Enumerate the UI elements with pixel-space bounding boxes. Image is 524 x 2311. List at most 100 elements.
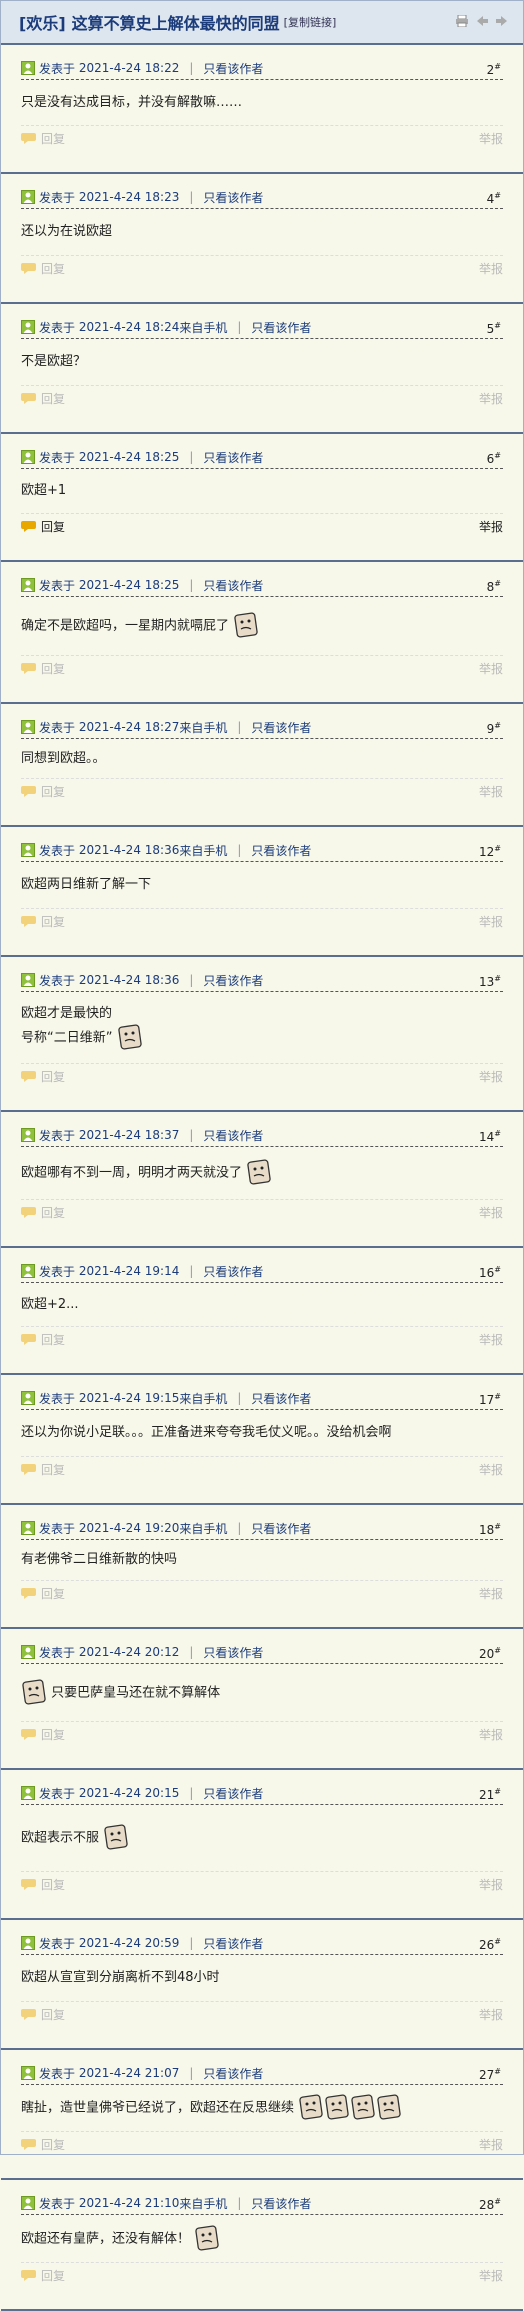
report-button[interactable]: 举报 xyxy=(479,390,503,407)
report-button[interactable]: 举报 xyxy=(479,1461,503,1478)
post-actions: 回复 举报 xyxy=(21,1581,503,1605)
reply-button[interactable]: 回复 xyxy=(41,260,65,277)
reply-button[interactable]: 回复 xyxy=(41,518,65,535)
reply-button[interactable]: 回复 xyxy=(41,660,65,677)
only-author-link[interactable]: 只看该作者 xyxy=(251,842,311,859)
only-author-link[interactable]: 只看该作者 xyxy=(203,2065,263,2082)
report-button[interactable]: 举报 xyxy=(479,2136,503,2153)
reply-icon[interactable] xyxy=(21,915,36,927)
reply-button[interactable]: 回复 xyxy=(41,1461,65,1478)
post-text: 瞎扯，造世皇佛爷已经说了，欧超还在反思继续 xyxy=(21,2100,295,2116)
only-author-link[interactable]: 只看该作者 xyxy=(203,577,263,594)
only-author-link[interactable]: 只看该作者 xyxy=(203,1644,263,1661)
reply-icon[interactable] xyxy=(21,1878,36,1890)
floor-number[interactable]: 14# xyxy=(479,1129,501,1144)
only-author-link[interactable]: 只看该作者 xyxy=(251,719,311,736)
only-author-link[interactable]: 只看该作者 xyxy=(251,1520,311,1537)
reply-icon[interactable] xyxy=(21,2138,36,2150)
floor-number[interactable]: 20# xyxy=(479,1646,501,1661)
next-thread-icon[interactable] xyxy=(495,15,509,27)
post-content: 还以为你说小足联。。。正准备进来夸夸我毛仗义呢。。没给机会啊 xyxy=(21,1410,503,1457)
reply-icon[interactable] xyxy=(21,2269,36,2281)
only-author-link[interactable]: 只看该作者 xyxy=(203,60,263,77)
post-content: 欧超从宣宣到分崩离析不到48小时 xyxy=(21,1955,503,2002)
report-button[interactable]: 举报 xyxy=(479,1068,503,1085)
reply-icon[interactable] xyxy=(21,1070,36,1082)
post-line: 不是欧超？ xyxy=(21,352,503,372)
only-author-link[interactable]: 只看该作者 xyxy=(203,449,263,466)
prev-thread-icon[interactable] xyxy=(475,15,489,27)
print-icon[interactable] xyxy=(455,15,469,27)
only-author-link[interactable]: 只看该作者 xyxy=(203,1935,263,1952)
reply-button[interactable]: 回复 xyxy=(41,1726,65,1743)
floor-number[interactable]: 16# xyxy=(479,1265,501,1280)
floor-number[interactable]: 12# xyxy=(479,844,501,859)
only-author-link[interactable]: 只看该作者 xyxy=(203,1785,263,1802)
only-author-link[interactable]: 只看该作者 xyxy=(203,189,263,206)
report-button[interactable]: 举报 xyxy=(479,2006,503,2023)
reply-button[interactable]: 回复 xyxy=(41,913,65,930)
reply-button[interactable]: 回复 xyxy=(41,1585,65,1602)
reply-icon[interactable] xyxy=(21,520,36,532)
reply-icon[interactable] xyxy=(21,1728,36,1740)
reply-button[interactable]: 回复 xyxy=(41,1204,65,1221)
floor-number[interactable]: 8# xyxy=(487,579,501,594)
only-author-link[interactable]: 只看该作者 xyxy=(203,1263,263,1280)
post-meta: 发表于 2021-4-24 18:37 | 只看该作者 14# xyxy=(21,1124,503,1147)
reply-button[interactable]: 回复 xyxy=(41,783,65,800)
only-author-link[interactable]: 只看该作者 xyxy=(251,319,311,336)
only-author-link[interactable]: 只看该作者 xyxy=(203,1127,263,1144)
reply-icon[interactable] xyxy=(21,662,36,674)
floor-number[interactable]: 26# xyxy=(479,1937,501,1952)
report-button[interactable]: 举报 xyxy=(479,1726,503,1743)
floor-number[interactable]: 17# xyxy=(479,1392,501,1407)
floor-number[interactable]: 4# xyxy=(487,191,501,206)
post-actions: 回复 举报 xyxy=(21,1872,503,1896)
floor-number[interactable]: 2# xyxy=(487,62,501,77)
reply-button[interactable]: 回复 xyxy=(41,2006,65,2023)
post: 发表于 2021-4-24 18:25 | 只看该作者 6# 欧超+1 回复 举… xyxy=(1,446,523,562)
report-button[interactable]: 举报 xyxy=(479,913,503,930)
separator: | xyxy=(189,190,194,204)
floor-number[interactable]: 6# xyxy=(487,451,501,466)
reply-button[interactable]: 回复 xyxy=(41,2136,65,2153)
floor-number[interactable]: 18# xyxy=(479,1522,501,1537)
report-button[interactable]: 举报 xyxy=(479,260,503,277)
report-button[interactable]: 举报 xyxy=(479,660,503,677)
reply-icon[interactable] xyxy=(21,1587,36,1599)
only-author-link[interactable]: 只看该作者 xyxy=(203,972,263,989)
report-button[interactable]: 举报 xyxy=(479,1585,503,1602)
report-button[interactable]: 举报 xyxy=(479,1331,503,1348)
report-button[interactable]: 举报 xyxy=(479,1204,503,1221)
separator: | xyxy=(189,1786,194,1800)
reply-icon[interactable] xyxy=(21,2008,36,2020)
reply-button[interactable]: 回复 xyxy=(41,1876,65,1893)
reply-icon[interactable] xyxy=(21,262,36,274)
reply-icon[interactable] xyxy=(21,392,36,404)
floor-number[interactable]: 5# xyxy=(487,321,501,336)
only-author-link[interactable]: 只看该作者 xyxy=(251,2195,311,2212)
report-button[interactable]: 举报 xyxy=(479,518,503,535)
reply-button[interactable]: 回复 xyxy=(41,390,65,407)
thread-category[interactable]: [欢乐] xyxy=(19,10,66,34)
reply-button[interactable]: 回复 xyxy=(41,130,65,147)
floor-number[interactable]: 28# xyxy=(479,2197,501,2212)
floor-number[interactable]: 21# xyxy=(479,1787,501,1802)
reply-button[interactable]: 回复 xyxy=(41,1331,65,1348)
report-button[interactable]: 举报 xyxy=(479,1876,503,1893)
reply-icon[interactable] xyxy=(21,1333,36,1345)
reply-icon[interactable] xyxy=(21,785,36,797)
copy-link-button[interactable]: [复制链接] xyxy=(284,14,337,30)
report-button[interactable]: 举报 xyxy=(479,783,503,800)
only-author-link[interactable]: 只看该作者 xyxy=(251,1390,311,1407)
reply-icon[interactable] xyxy=(21,1206,36,1218)
reply-icon[interactable] xyxy=(21,132,36,144)
report-button[interactable]: 举报 xyxy=(479,130,503,147)
reply-button[interactable]: 回复 xyxy=(41,1068,65,1085)
floor-number[interactable]: 9# xyxy=(487,721,501,736)
floor-number[interactable]: 13# xyxy=(479,974,501,989)
floor-number[interactable]: 27# xyxy=(479,2067,501,2082)
reply-icon[interactable] xyxy=(21,1463,36,1475)
reply-button[interactable]: 回复 xyxy=(41,2267,65,2284)
report-button[interactable]: 举报 xyxy=(479,2267,503,2284)
